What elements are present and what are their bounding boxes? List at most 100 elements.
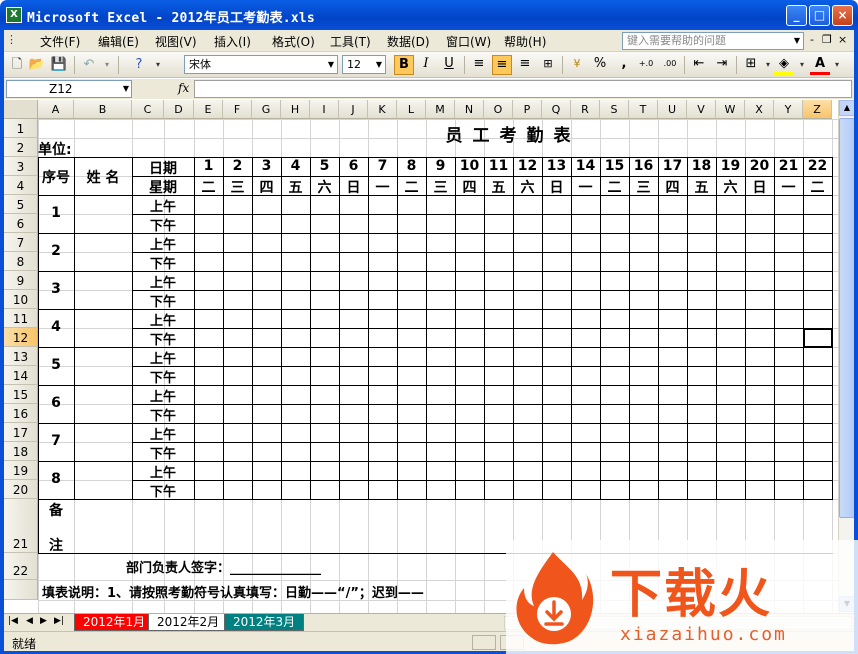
- row-header[interactable]: 15: [4, 385, 38, 404]
- column-header[interactable]: Z: [803, 100, 832, 119]
- percent-button[interactable]: %: [590, 55, 610, 75]
- column-header[interactable]: N: [455, 100, 484, 119]
- menu-data[interactable]: 数据(D): [387, 33, 430, 50]
- scroll-up-icon[interactable]: ▲: [839, 100, 855, 116]
- row-header[interactable]: 6: [4, 214, 38, 233]
- align-center-icon[interactable]: ≡: [492, 55, 512, 75]
- fill-color-icon[interactable]: ◈: [774, 55, 794, 75]
- menu-format[interactable]: 格式(O): [272, 33, 315, 50]
- align-right-icon[interactable]: ≡: [515, 55, 535, 75]
- select-all-corner[interactable]: [4, 100, 38, 119]
- column-header[interactable]: C: [132, 100, 164, 119]
- selected-cell[interactable]: [803, 328, 833, 348]
- column-header[interactable]: R: [571, 100, 600, 119]
- font-size-select[interactable]: 12 ▼: [342, 55, 386, 74]
- fill-dropdown-icon[interactable]: ▾: [793, 56, 811, 74]
- chevron-down-icon[interactable]: ▼: [373, 56, 385, 73]
- column-header[interactable]: K: [368, 100, 397, 119]
- row-header[interactable]: 5: [4, 195, 38, 214]
- next-sheet-icon[interactable]: ▶: [40, 616, 47, 626]
- row-header[interactable]: 19: [4, 461, 38, 480]
- maximize-button[interactable]: □: [809, 5, 830, 26]
- increase-indent-icon[interactable]: ⇥: [712, 55, 732, 75]
- help-dropdown-icon[interactable]: ▾: [149, 56, 167, 74]
- new-document-icon[interactable]: 🗋: [8, 56, 26, 74]
- row-header[interactable]: 14: [4, 366, 38, 385]
- menu-tools[interactable]: 工具(T): [330, 33, 371, 50]
- open-folder-icon[interactable]: 📂: [28, 56, 46, 74]
- column-header[interactable]: E: [194, 100, 223, 119]
- row-header[interactable]: 16: [4, 404, 38, 423]
- row-header[interactable]: 12: [4, 328, 38, 347]
- doc-restore-button[interactable]: ❐: [822, 33, 832, 46]
- column-header[interactable]: Y: [774, 100, 803, 119]
- column-header[interactable]: G: [252, 100, 281, 119]
- menu-insert[interactable]: 插入(I): [214, 33, 251, 50]
- row-header[interactable]: 13: [4, 347, 38, 366]
- menu-view[interactable]: 视图(V): [155, 33, 197, 50]
- row-header[interactable]: 1: [4, 119, 38, 138]
- menu-window[interactable]: 窗口(W): [446, 33, 491, 50]
- align-left-icon[interactable]: ≡: [469, 55, 489, 75]
- column-header[interactable]: W: [716, 100, 745, 119]
- column-header[interactable]: H: [281, 100, 310, 119]
- increase-decimal-button[interactable]: +.0: [636, 55, 656, 75]
- column-header[interactable]: O: [484, 100, 513, 119]
- column-header[interactable]: U: [658, 100, 687, 119]
- save-icon[interactable]: 💾: [50, 56, 68, 74]
- column-header[interactable]: V: [687, 100, 716, 119]
- row-header[interactable]: 7: [4, 233, 38, 252]
- column-header[interactable]: D: [164, 100, 194, 119]
- formula-input[interactable]: [194, 80, 852, 98]
- chevron-down-icon[interactable]: ▼: [791, 33, 803, 49]
- menu-edit[interactable]: 编辑(E): [98, 33, 139, 50]
- decrease-decimal-button[interactable]: .00: [660, 55, 680, 75]
- bold-button[interactable]: B: [394, 55, 414, 75]
- excel-icon[interactable]: X: [6, 7, 22, 23]
- row-header[interactable]: 2: [4, 138, 38, 157]
- chevron-down-icon[interactable]: ▼: [325, 56, 337, 73]
- row-header[interactable]: 3: [4, 157, 38, 176]
- undo-icon[interactable]: ↶: [80, 56, 98, 74]
- doc-minimize-button[interactable]: -: [810, 33, 814, 46]
- row-header[interactable]: 11: [4, 309, 38, 328]
- merge-center-icon[interactable]: ⊞: [538, 55, 558, 75]
- undo-dropdown-icon[interactable]: ▾: [98, 56, 116, 74]
- minimize-button[interactable]: _: [786, 5, 807, 26]
- row-header[interactable]: [4, 580, 38, 600]
- last-sheet-icon[interactable]: ▶|: [54, 616, 64, 626]
- chevron-down-icon[interactable]: ▼: [123, 81, 129, 97]
- underline-button[interactable]: U: [439, 55, 459, 75]
- column-header[interactable]: P: [513, 100, 542, 119]
- font-name-select[interactable]: 宋体 ▼: [184, 55, 338, 74]
- row-header[interactable]: 9: [4, 271, 38, 290]
- help-search-input[interactable]: 键入需要帮助的问题 ▼: [622, 32, 804, 50]
- close-button[interactable]: ×: [832, 5, 853, 26]
- doc-close-button[interactable]: ×: [838, 33, 847, 46]
- italic-button[interactable]: I: [416, 55, 436, 75]
- row-header[interactable]: 4: [4, 176, 38, 195]
- sheet-tab-jan[interactable]: 2012年1月: [74, 614, 155, 631]
- column-header[interactable]: A: [38, 100, 74, 119]
- column-header[interactable]: B: [74, 100, 132, 119]
- column-header[interactable]: J: [339, 100, 368, 119]
- font-color-dropdown-icon[interactable]: ▾: [828, 56, 846, 74]
- currency-icon[interactable]: ¥: [567, 55, 587, 75]
- row-header[interactable]: 21: [4, 499, 38, 553]
- column-header[interactable]: S: [600, 100, 629, 119]
- scroll-thumb[interactable]: [839, 118, 855, 518]
- first-sheet-icon[interactable]: |◀: [8, 616, 18, 626]
- row-header[interactable]: 22: [4, 553, 38, 580]
- borders-icon[interactable]: ⊞: [741, 55, 761, 75]
- menu-help[interactable]: 帮助(H): [504, 33, 546, 50]
- name-box[interactable]: Z12 ▼: [6, 80, 132, 98]
- column-header[interactable]: I: [310, 100, 339, 119]
- worksheet-grid[interactable]: A B C D E F G H I J K L M N O P Q R S T U V W X Y Z 1 2 3 4 5 6 7 8 9 10 11 1…: [4, 100, 838, 613]
- sheet-tab-mar[interactable]: 2012年3月: [224, 614, 305, 631]
- column-header[interactable]: T: [629, 100, 658, 119]
- vertical-scrollbar[interactable]: ▲ ▼: [838, 100, 855, 613]
- column-header[interactable]: F: [223, 100, 252, 119]
- prev-sheet-icon[interactable]: ◀: [26, 616, 33, 626]
- decrease-indent-icon[interactable]: ⇤: [689, 55, 709, 75]
- comma-button[interactable]: ,: [614, 55, 634, 75]
